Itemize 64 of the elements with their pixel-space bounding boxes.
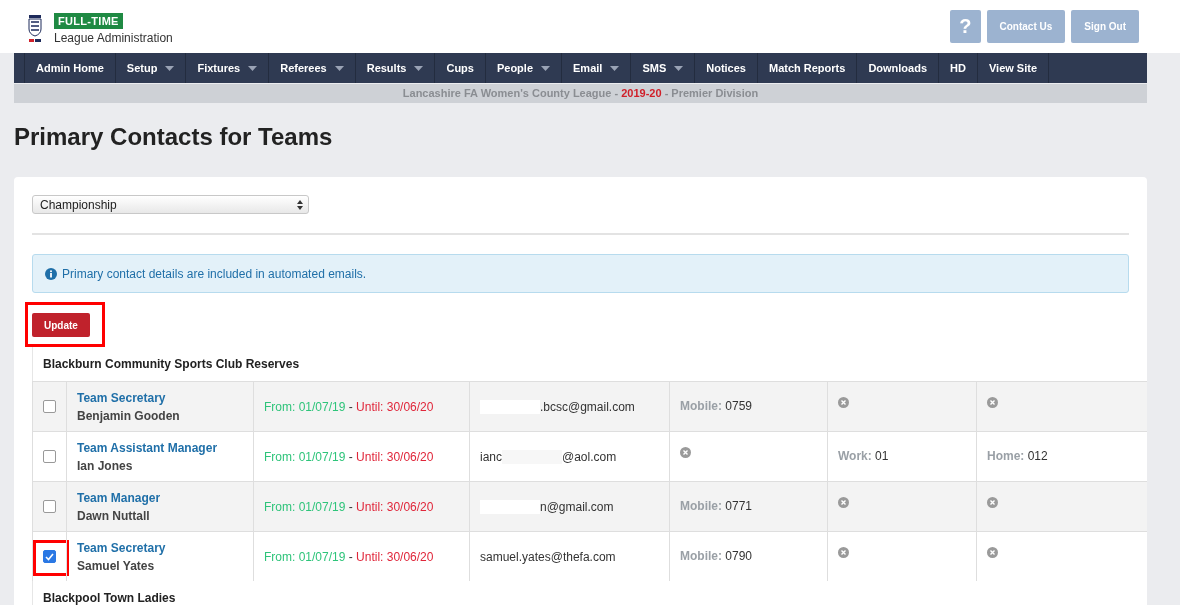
brand-subtitle: League Administration — [54, 30, 173, 45]
nav-item[interactable]: Admin Home — [24, 53, 115, 83]
caret-icon — [674, 65, 684, 71]
empty-icon — [838, 397, 849, 408]
contact-name: Benjamin Gooden — [77, 408, 180, 423]
email-text: samuel.yates@thefa.com — [480, 549, 616, 564]
phone-number: Mobile: 0759 — [680, 399, 753, 413]
update-button[interactable]: Update — [32, 313, 90, 337]
caret-icon — [610, 65, 620, 71]
nav-item[interactable]: View Site — [976, 53, 1050, 83]
empty-icon — [987, 497, 998, 508]
nav-item[interactable]: Fixtures — [185, 53, 269, 83]
league-context-bar: Lancashire FA Women's County League - 2019-20 - Premier Division — [14, 84, 1147, 103]
phone-number: Mobile: 0790 — [680, 549, 753, 563]
caret-icon — [248, 65, 258, 71]
nav-item[interactable]: Match Reports — [756, 53, 857, 83]
phone-number: Home: 012 — [987, 449, 1048, 463]
nav-item[interactable]: Setup — [114, 53, 186, 83]
checkbox[interactable] — [43, 550, 56, 563]
role-link[interactable]: Team Assistant Manager — [77, 440, 218, 455]
role-link[interactable]: Team Manager — [77, 490, 161, 505]
checkbox[interactable] — [43, 450, 56, 463]
email-text: ianc — [480, 449, 502, 464]
empty-icon — [838, 547, 849, 558]
nav-item[interactable]: HD — [938, 53, 977, 83]
checkbox[interactable] — [43, 500, 56, 513]
phone-number: Mobile: 0771 — [680, 499, 753, 513]
caret-icon — [541, 65, 550, 71]
email-text: n@gmail.com — [540, 499, 614, 514]
crest-icon — [28, 14, 42, 43]
nav-item[interactable]: Results — [354, 53, 435, 83]
date-range: From: 01/07/19 - Until: 30/06/20 — [264, 399, 434, 414]
brand-badge: FULL-TIME — [54, 12, 123, 29]
empty-icon — [987, 547, 998, 558]
nav-item[interactable]: Downloads — [856, 53, 939, 83]
date-range: From: 01/07/19 - Until: 30/06/20 — [264, 449, 434, 464]
contact-name: Ian Jones — [77, 458, 133, 473]
email-text: @aol.com — [562, 449, 617, 464]
nav-item[interactable]: Referees — [268, 53, 355, 83]
checkbox[interactable] — [43, 400, 56, 413]
caret-icon — [334, 65, 344, 71]
caret-icon — [165, 65, 175, 71]
select-arrows-icon — [297, 199, 303, 210]
email-text: .bcsc@gmail.com — [540, 399, 635, 414]
nav-item[interactable]: SMS — [630, 53, 695, 83]
info-icon — [45, 267, 57, 280]
contact-name: Dawn Nuttall — [77, 508, 150, 523]
empty-icon — [838, 497, 849, 508]
date-range: From: 01/07/19 - Until: 30/06/20 — [264, 499, 434, 514]
contact-name: Samuel Yates — [77, 558, 155, 573]
nav-item[interactable]: Email — [561, 53, 631, 83]
empty-icon — [987, 397, 998, 408]
phone-number: Work: 01 — [838, 449, 889, 463]
caret-icon — [414, 65, 424, 71]
date-range: From: 01/07/19 - Until: 30/06/20 — [264, 549, 434, 564]
role-link[interactable]: Team Secretary — [77, 540, 166, 555]
nav-item[interactable]: People — [484, 53, 561, 83]
nav-item[interactable]: Cups — [434, 53, 485, 83]
empty-icon — [680, 447, 691, 458]
page-title: Primary Contacts for Teams — [14, 123, 334, 152]
nav-item[interactable]: Notices — [694, 53, 757, 83]
alert-text: Primary contact details are included in automated emails. — [62, 266, 367, 281]
role-link[interactable]: Team Secretary — [77, 390, 166, 405]
division-select[interactable]: Championship — [32, 195, 309, 214]
